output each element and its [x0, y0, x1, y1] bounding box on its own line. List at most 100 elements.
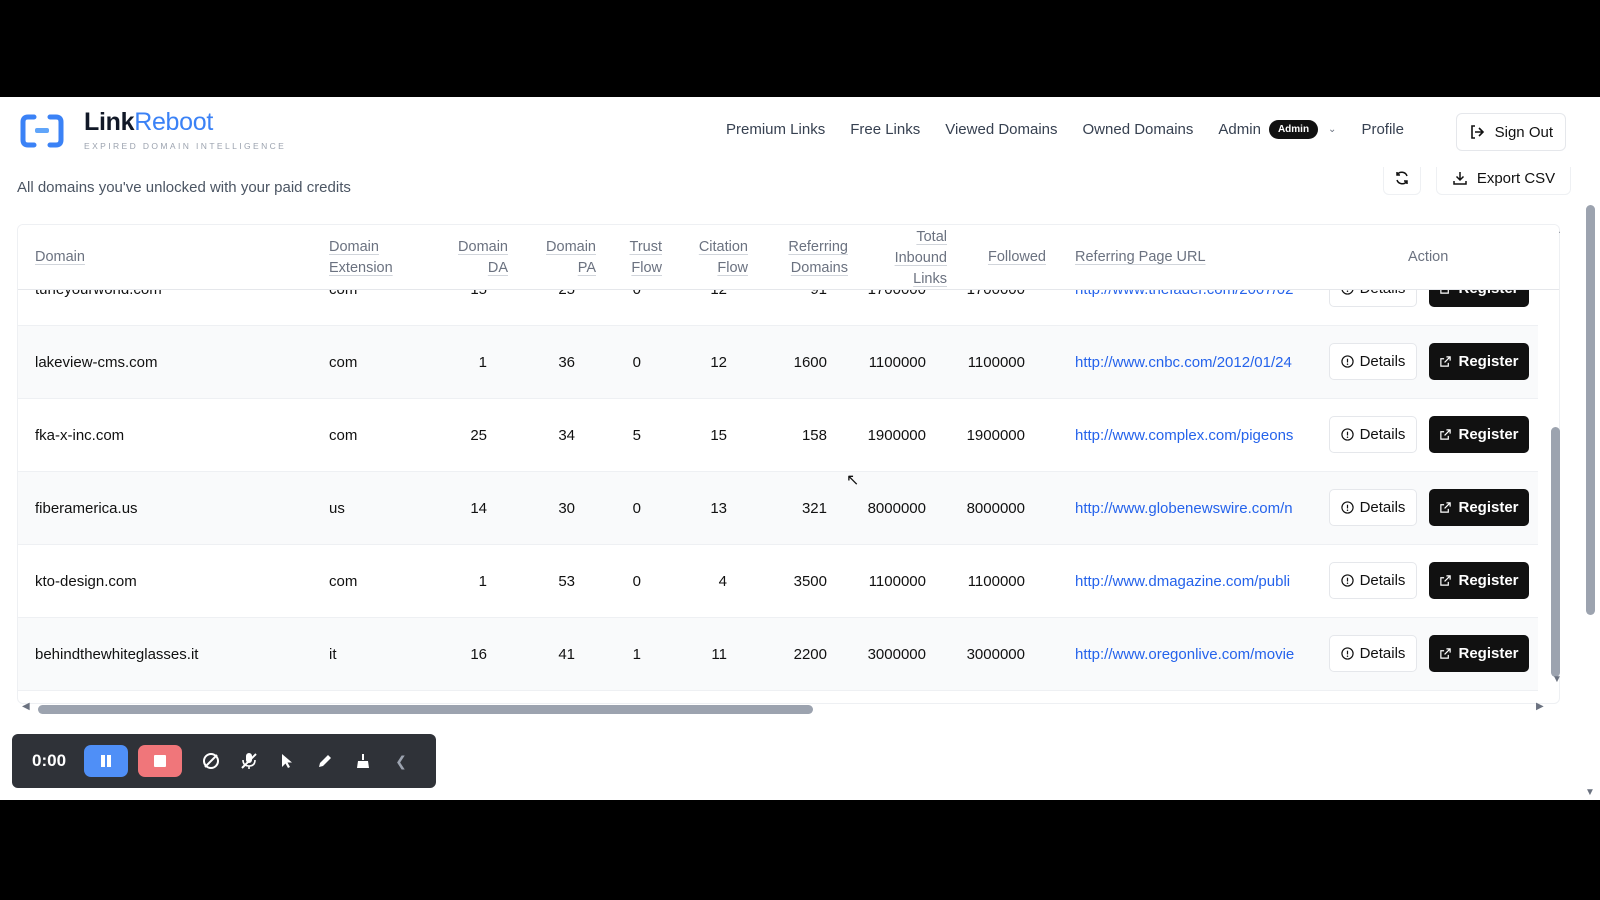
- cell-referring-url[interactable]: http://www.globenewswire.com/n: [1075, 472, 1310, 545]
- cell-followed: 3000000: [966, 646, 1025, 663]
- scroll-left-arrow-icon[interactable]: ◀: [22, 701, 30, 712]
- cell-total-inbound: 3000000: [867, 646, 926, 663]
- register-button[interactable]: Register: [1429, 343, 1529, 380]
- col-followed[interactable]: Followed: [988, 247, 1046, 268]
- scroll-right-arrow-icon[interactable]: ▶: [1536, 701, 1544, 712]
- stop-icon: [154, 755, 167, 767]
- register-button[interactable]: Register: [1429, 489, 1529, 526]
- cell-referring-domains: 321: [801, 500, 827, 517]
- cell-followed: 1100000: [967, 354, 1025, 371]
- cell-citation-flow: 13: [710, 500, 727, 517]
- stop-button[interactable]: [138, 745, 183, 777]
- mouse-cursor-icon: ↖: [846, 472, 860, 489]
- cell-da: 1: [478, 573, 487, 590]
- cell-total-inbound: 1900000: [867, 427, 926, 444]
- cell-extension: com: [329, 427, 358, 444]
- app-frame: LinkReboot EXPIRED DOMAIN INTELLIGENCE P…: [0, 97, 1600, 800]
- col-referring-domains[interactable]: Referring Domains: [788, 237, 848, 279]
- cell-pa: 30: [558, 500, 575, 517]
- external-link-icon: [1440, 502, 1452, 513]
- export-csv-label: Export CSV: [1476, 169, 1556, 187]
- info-icon: [1340, 355, 1354, 368]
- cell-extension: us: [329, 500, 345, 517]
- external-link-icon: [1440, 429, 1452, 440]
- col-referring-page-url[interactable]: Referring Page URL: [1075, 247, 1206, 268]
- page-vertical-scrollbar[interactable]: [1586, 205, 1595, 615]
- cell-referring-url[interactable]: http://www.complex.com/pigeons: [1075, 399, 1310, 472]
- camera-off-button[interactable]: [192, 745, 230, 777]
- nav-free-links[interactable]: Free Links: [850, 121, 920, 138]
- cell-da: 14: [470, 500, 487, 517]
- brand-name: LinkReboot: [84, 108, 214, 136]
- table-horizontal-scrollbar[interactable]: [38, 705, 813, 714]
- camera-off-icon: [203, 753, 220, 769]
- register-button[interactable]: Register: [1429, 635, 1529, 672]
- cell-followed: 1100000: [967, 573, 1025, 590]
- register-button[interactable]: Register: [1429, 562, 1529, 599]
- pause-button[interactable]: [84, 745, 129, 777]
- admin-label: Admin: [1218, 121, 1261, 138]
- info-icon: [1340, 501, 1354, 514]
- cell-citation-flow: 4: [718, 573, 727, 590]
- details-button[interactable]: Details: [1329, 562, 1417, 599]
- cell-referring-url[interactable]: http://www.dmagazine.com/publi: [1075, 545, 1310, 618]
- cell-referring-domains: 3500: [793, 573, 827, 590]
- sign-out-button[interactable]: Sign Out: [1455, 113, 1566, 151]
- nav-premium-links[interactable]: Premium Links: [726, 121, 825, 138]
- col-domain-da[interactable]: Domain DA: [458, 237, 508, 279]
- page-scroll-down-icon[interactable]: ▼: [1585, 787, 1595, 798]
- cell-total-inbound: 1100000: [868, 573, 926, 590]
- pencil-icon: [319, 755, 332, 767]
- col-trust-flow[interactable]: Trust Flow: [630, 237, 663, 279]
- nav-owned-domains[interactable]: Owned Domains: [1083, 121, 1194, 138]
- logo[interactable]: LinkReboot EXPIRED DOMAIN INTELLIGENCE: [20, 109, 286, 151]
- nav-viewed-domains[interactable]: Viewed Domains: [945, 121, 1057, 138]
- cell-pa: 53: [558, 573, 575, 590]
- pause-icon: [101, 755, 112, 767]
- chevron-down-icon: ⌄: [1328, 124, 1337, 135]
- recording-timer: 0:00: [32, 751, 67, 770]
- cell-da: 1: [478, 354, 487, 371]
- sign-out-icon: [1470, 125, 1484, 139]
- details-button[interactable]: Details: [1329, 416, 1417, 453]
- cell-pa: 41: [558, 646, 575, 663]
- col-total-inbound-links[interactable]: Total Inbound Links: [895, 227, 947, 290]
- details-button[interactable]: Details: [1329, 635, 1417, 672]
- mic-off-icon: [241, 753, 257, 769]
- cell-referring-domains: 158: [801, 427, 827, 444]
- chevron-left-icon: ❮: [395, 752, 407, 769]
- details-button[interactable]: Details: [1329, 489, 1417, 526]
- info-icon: [1340, 574, 1354, 587]
- details-button[interactable]: Details: [1329, 343, 1417, 380]
- col-extension[interactable]: Domain Extension: [329, 237, 393, 279]
- main-nav: Premium Links Free Links Viewed Domains …: [726, 120, 1429, 139]
- pointer-tool[interactable]: [268, 745, 306, 777]
- mic-off-button[interactable]: [230, 745, 268, 777]
- table-row: fka-x-inc.com com 25 34 5 15 158 1900000…: [18, 399, 1538, 472]
- scroll-down-arrow-icon[interactable]: ▼: [1552, 674, 1562, 685]
- nav-profile[interactable]: Profile: [1361, 121, 1404, 138]
- cell-trust-flow: 0: [632, 500, 641, 517]
- admin-menu[interactable]: Admin Admin ⌄: [1218, 120, 1336, 139]
- table-row: kto-design.com com 1 53 0 4 3500 1100000…: [18, 545, 1538, 618]
- register-button[interactable]: Register: [1429, 416, 1529, 453]
- pen-tool[interactable]: [306, 745, 344, 777]
- cell-da: 25: [470, 427, 487, 444]
- download-icon: [1453, 172, 1467, 185]
- admin-badge: Admin: [1268, 120, 1319, 139]
- refresh-icon: [1396, 171, 1408, 185]
- cell-citation-flow: 15: [710, 427, 727, 444]
- table-row: lakeview-cms.com com 1 36 0 12 1600 1100…: [18, 326, 1538, 399]
- col-domain-pa[interactable]: Domain PA: [546, 237, 596, 279]
- cell-domain: lakeview-cms.com: [35, 354, 158, 371]
- cell-domain: fka-x-inc.com: [35, 427, 125, 444]
- eraser-tool[interactable]: [344, 745, 382, 777]
- cell-referring-url[interactable]: http://www.cnbc.com/2012/01/24: [1075, 326, 1310, 399]
- col-domain[interactable]: Domain: [35, 247, 85, 268]
- col-citation-flow[interactable]: Citation Flow: [699, 237, 748, 279]
- collapse-toolbar-button[interactable]: ❮: [382, 745, 420, 777]
- external-link-icon: [1440, 648, 1452, 659]
- cell-referring-url[interactable]: http://www.oregonlive.com/movie: [1075, 618, 1310, 691]
- table-vertical-scrollbar[interactable]: [1551, 427, 1560, 677]
- cell-domain: kto-design.com: [35, 573, 137, 590]
